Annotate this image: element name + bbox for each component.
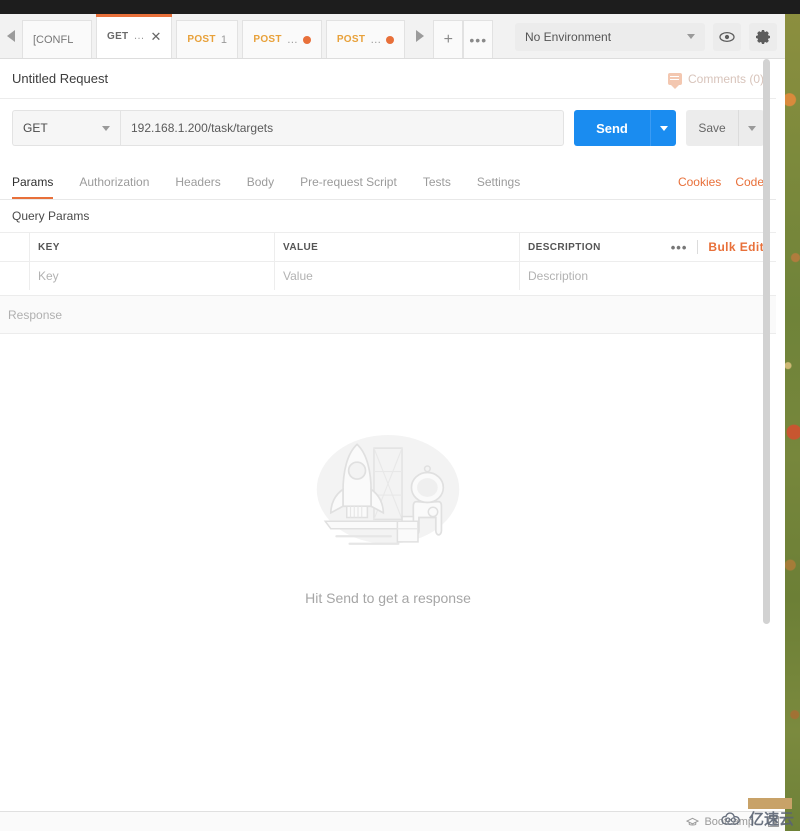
tab-label: … <box>133 30 145 42</box>
query-params-section-label: Query Params <box>0 200 776 232</box>
tab-authorization[interactable]: Authorization <box>79 164 149 199</box>
row-checkbox-cell <box>0 233 30 261</box>
request-tab-post-3[interactable]: POST … <box>325 20 406 58</box>
save-button-group: Save <box>686 110 764 146</box>
column-header-description: DESCRIPTION <box>528 241 601 253</box>
main-vertical-scrollbar[interactable] <box>763 59 770 802</box>
tab-label: … <box>286 33 298 46</box>
table-row[interactable]: Key Value Description <box>0 261 776 290</box>
table-header-row: KEY VALUE DESCRIPTION ••• Bulk Edit <box>0 232 776 261</box>
tabbar-actions: + ••• <box>433 14 494 58</box>
param-value-input[interactable]: Value <box>275 262 520 290</box>
empty-state-message: Hit Send to get a response <box>305 590 471 606</box>
new-tab-button[interactable]: + <box>433 20 464 58</box>
send-button[interactable]: Send <box>574 110 650 146</box>
settings-button[interactable] <box>749 22 777 51</box>
close-icon[interactable]: ✕ <box>150 30 161 43</box>
request-tab-confl[interactable]: [CONFL <box>22 20 92 58</box>
request-tab-post-2[interactable]: POST … <box>242 20 322 58</box>
graduation-cap-icon <box>686 817 700 825</box>
environment-controls: No Environment <box>515 14 777 59</box>
request-tab-post-1[interactable]: POST 1 <box>176 20 239 58</box>
subtabs-right-links: Cookies Code <box>678 175 764 189</box>
tab-params[interactable]: Params <box>12 164 54 199</box>
tab-label: 1 <box>220 33 227 46</box>
send-options-button[interactable] <box>650 110 676 146</box>
request-tab-get-active[interactable]: GET … ✕ <box>96 14 173 58</box>
desktop-top-strip <box>785 0 800 14</box>
tab-headers[interactable]: Headers <box>175 164 220 199</box>
query-params-table: KEY VALUE DESCRIPTION ••• Bulk Edit Key … <box>0 232 776 290</box>
table-actions: ••• Bulk Edit <box>656 233 776 261</box>
postman-app-window: [CONFL GET … ✕ POST 1 POST … POST … + ••… <box>0 0 785 831</box>
save-button[interactable]: Save <box>686 110 738 146</box>
tab-body[interactable]: Body <box>247 164 274 199</box>
tab-method-label: POST <box>336 34 366 45</box>
url-input[interactable]: 192.168.1.200/task/targets <box>120 110 564 146</box>
tab-label: [CONFL <box>33 33 74 46</box>
tab-label: … <box>370 33 382 46</box>
tabs-scroll-left-button[interactable] <box>0 14 22 58</box>
comments-label: Comments (0) <box>687 71 764 86</box>
response-empty-state: Hit Send to get a response <box>0 334 776 802</box>
tab-method-label: POST <box>253 34 282 45</box>
environment-quick-look-button[interactable] <box>713 22 741 51</box>
arrow-left-icon <box>7 30 15 42</box>
unsaved-dot-icon <box>302 35 311 44</box>
gear-icon <box>756 29 770 44</box>
scrollbar-thumb[interactable] <box>763 59 770 624</box>
unsaved-dot-icon <box>386 35 395 44</box>
comment-icon <box>667 72 682 89</box>
chevron-down-icon <box>747 125 756 131</box>
environment-select[interactable]: No Environment <box>515 22 705 51</box>
chevron-down-icon <box>659 125 668 131</box>
request-url-row: GET 192.168.1.200/task/targets Send Save <box>0 100 776 156</box>
desktop-wallpaper <box>785 0 800 831</box>
tab-method-label: POST <box>187 34 216 45</box>
page-title: Untitled Request <box>12 71 109 86</box>
save-options-button[interactable] <box>738 110 764 146</box>
send-button-group: Send <box>574 110 676 146</box>
chevron-down-icon <box>687 34 695 39</box>
params-more-button[interactable]: ••• <box>671 240 688 255</box>
cookies-link[interactable]: Cookies <box>678 175 721 189</box>
tab-settings[interactable]: Settings <box>477 164 520 199</box>
column-header-value: VALUE <box>275 233 520 261</box>
column-header-key: KEY <box>30 233 275 261</box>
tab-method-label: GET <box>107 30 129 42</box>
row-checkbox-cell[interactable] <box>0 262 30 290</box>
rocket-astronaut-illustration <box>316 435 460 545</box>
tabs-scroll-right-button[interactable] <box>409 14 432 58</box>
chevron-down-icon <box>102 125 110 131</box>
http-method-select[interactable]: GET <box>12 110 120 146</box>
environment-selected-label: No Environment <box>525 29 612 44</box>
param-description-input[interactable]: Description <box>520 262 776 290</box>
cloud-logo-icon <box>721 812 740 825</box>
divider <box>697 240 699 254</box>
http-method-label: GET <box>23 121 48 135</box>
response-section-header: Response <box>0 295 776 334</box>
tabs-strip: [CONFL GET … ✕ POST 1 POST … POST … <box>22 14 409 58</box>
bulk-edit-link[interactable]: Bulk Edit <box>708 240 764 254</box>
param-key-input[interactable]: Key <box>30 262 275 290</box>
request-title-row: Untitled Request Comments (0) <box>0 59 776 99</box>
tab-pre-request-script[interactable]: Pre-request Script <box>300 164 397 199</box>
comments-button[interactable]: Comments (0) <box>667 71 764 89</box>
tabbar-more-button[interactable]: ••• <box>463 20 494 58</box>
arrow-right-icon <box>416 30 425 42</box>
eye-icon <box>719 31 735 42</box>
window-titlebar-strip <box>0 0 785 14</box>
url-value: 192.168.1.200/task/targets <box>131 121 274 135</box>
request-section-tabs: Params Authorization Headers Body Pre-re… <box>0 164 776 200</box>
watermark: 亿速云 <box>721 808 794 829</box>
response-label: Response <box>8 307 63 322</box>
watermark-text: 亿速云 <box>748 811 794 828</box>
tab-tests[interactable]: Tests <box>423 164 451 199</box>
code-link[interactable]: Code <box>735 175 764 189</box>
status-bar: Bootcamp <box>0 811 785 831</box>
